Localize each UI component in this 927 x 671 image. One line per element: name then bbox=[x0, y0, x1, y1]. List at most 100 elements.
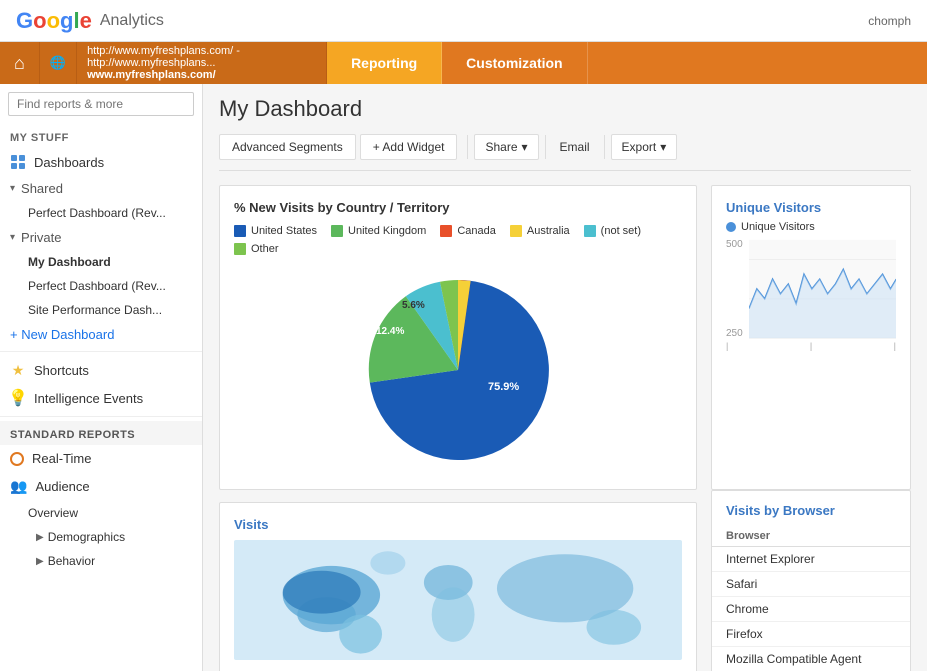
pie-legend: United States United Kingdom Canada Aust… bbox=[234, 225, 682, 255]
sidebar-item-my-dashboard[interactable]: My Dashboard bbox=[0, 250, 202, 274]
navbar: ⌂ 🌐 http://www.myfreshplans.com/ - http:… bbox=[0, 42, 927, 84]
toolbar-sep2 bbox=[545, 135, 546, 159]
shared-group: ▾ Shared Perfect Dashboard (Rev... bbox=[0, 176, 202, 225]
advanced-segments-button[interactable]: Advanced Segments bbox=[219, 134, 356, 160]
unique-visitors-title: Unique Visitors bbox=[726, 200, 896, 215]
pie-label-uk: 12.4% bbox=[376, 326, 404, 337]
widgets-row-1: % New Visits by Country / Territory Unit… bbox=[219, 185, 911, 490]
private-label: Private bbox=[21, 230, 61, 245]
legend-ca: Canada bbox=[440, 225, 496, 237]
audience-icon: 👥 bbox=[10, 478, 27, 495]
share-arrow-icon: ▾ bbox=[522, 140, 528, 154]
africa-blob bbox=[432, 587, 475, 642]
shortcuts-label: Shortcuts bbox=[34, 363, 89, 378]
legend-label-us: United States bbox=[251, 225, 317, 237]
tab-reporting[interactable]: Reporting bbox=[327, 42, 442, 84]
browser-row-mozilla: Mozilla Compatible Agent bbox=[712, 647, 910, 671]
legend-us: United States bbox=[234, 225, 317, 237]
x-axis-labels: | | | bbox=[726, 339, 896, 351]
y-max-label: 500 bbox=[726, 239, 743, 250]
private-header[interactable]: ▾ Private bbox=[0, 225, 202, 250]
legend-label-uk: United Kingdom bbox=[348, 225, 426, 237]
pie-chart-widget: % New Visits by Country / Territory Unit… bbox=[219, 185, 697, 490]
line-chart-svg bbox=[749, 239, 896, 339]
table-row: Chrome bbox=[712, 597, 910, 622]
dashboards-icon bbox=[10, 154, 26, 170]
line-legend: Unique Visitors bbox=[726, 221, 896, 233]
sidebar-item-perfect-dashboard-shared[interactable]: Perfect Dashboard (Rev... bbox=[0, 201, 202, 225]
divider2 bbox=[0, 416, 202, 417]
header: Google Analytics chomph bbox=[0, 0, 927, 42]
legend-dot-ca bbox=[440, 225, 452, 237]
legend-label-notset: (not set) bbox=[601, 225, 641, 237]
sidebar: MY STUFF Dashboards ▾ Shared Perfect Das… bbox=[0, 84, 203, 671]
visits-title: Visits bbox=[234, 517, 682, 532]
legend-dot-us bbox=[234, 225, 246, 237]
logo: Google Analytics bbox=[16, 8, 164, 34]
sidebar-item-shortcuts[interactable]: ★ Shortcuts bbox=[0, 356, 202, 384]
analytics-label: Analytics bbox=[100, 12, 164, 30]
divider bbox=[0, 351, 202, 352]
greenland-blob bbox=[370, 551, 405, 574]
table-row: Internet Explorer bbox=[712, 547, 910, 572]
tab-customization[interactable]: Customization bbox=[442, 42, 587, 84]
chevron-down-icon: ▾ bbox=[10, 183, 15, 194]
demographics-label: Demographics bbox=[48, 530, 125, 544]
sidebar-item-perfect-dashboard[interactable]: Perfect Dashboard (Rev... bbox=[0, 274, 202, 298]
intelligence-label: Intelligence Events bbox=[34, 391, 143, 406]
pie-chart-container: 75.9% 12.4% 5.6% bbox=[234, 265, 682, 475]
sidebar-item-behavior[interactable]: ▶ Behavior bbox=[0, 549, 202, 573]
sidebar-item-dashboards[interactable]: Dashboards bbox=[0, 148, 202, 176]
legend-label-ca: Canada bbox=[457, 225, 496, 237]
south-america-blob bbox=[339, 615, 382, 654]
audience-label: Audience bbox=[35, 479, 89, 494]
table-row: Mozilla Compatible Agent bbox=[712, 647, 910, 671]
visits-widget: Visits bbox=[219, 502, 697, 671]
world-map-svg bbox=[234, 540, 682, 660]
chevron-right-icon: ▶ bbox=[36, 556, 44, 567]
legend-other: Other bbox=[234, 243, 279, 255]
shared-label: Shared bbox=[21, 181, 63, 196]
line-chart-area: 500 250 bbox=[726, 239, 896, 339]
export-button[interactable]: Export ▾ bbox=[611, 134, 678, 160]
url-selector[interactable]: http://www.myfreshplans.com/ - http://ww… bbox=[77, 42, 327, 84]
share-button[interactable]: Share ▾ bbox=[474, 134, 538, 160]
search-box bbox=[0, 84, 202, 124]
export-arrow-icon: ▾ bbox=[660, 140, 666, 154]
browser-col-header: Browser bbox=[712, 526, 910, 547]
search-input[interactable] bbox=[8, 92, 194, 116]
legend-dot-uk bbox=[331, 225, 343, 237]
realtime-icon bbox=[10, 452, 24, 466]
line-legend-label: Unique Visitors bbox=[741, 221, 815, 233]
sidebar-item-audience[interactable]: 👥 Audience bbox=[0, 472, 202, 501]
behavior-label: Behavior bbox=[48, 554, 95, 568]
url-line1: http://www.myfreshplans.com/ - http://ww… bbox=[87, 45, 316, 69]
sidebar-item-site-performance[interactable]: Site Performance Dash... bbox=[0, 298, 202, 322]
home-button[interactable]: ⌂ bbox=[0, 42, 40, 84]
email-button[interactable]: Email bbox=[552, 135, 598, 159]
shortcuts-icon: ★ bbox=[10, 362, 26, 378]
sidebar-item-intelligence[interactable]: 💡 Intelligence Events bbox=[0, 384, 202, 412]
australia-blob bbox=[587, 610, 642, 645]
dashboards-label: Dashboards bbox=[34, 155, 104, 170]
shared-header[interactable]: ▾ Shared bbox=[0, 176, 202, 201]
sidebar-item-realtime[interactable]: Real-Time bbox=[0, 445, 202, 472]
add-widget-button[interactable]: + Add Widget bbox=[360, 134, 458, 160]
sidebar-item-demographics[interactable]: ▶ Demographics bbox=[0, 525, 202, 549]
browser-row-chrome: Chrome bbox=[712, 597, 910, 622]
main-content: My Dashboard Advanced Segments + Add Wid… bbox=[203, 84, 927, 671]
browser-row-firefox: Firefox bbox=[712, 622, 910, 647]
table-row: Firefox bbox=[712, 622, 910, 647]
legend-dot-notset bbox=[584, 225, 596, 237]
browser-row-safari: Safari bbox=[712, 572, 910, 597]
legend-au: Australia bbox=[510, 225, 570, 237]
pie-chart-svg: 75.9% 12.4% 5.6% bbox=[348, 265, 568, 475]
sidebar-item-overview[interactable]: Overview bbox=[0, 501, 202, 525]
legend-uk: United Kingdom bbox=[331, 225, 426, 237]
legend-dot-au bbox=[510, 225, 522, 237]
toolbar-sep3 bbox=[604, 135, 605, 159]
unique-visitors-widget: Unique Visitors Unique Visitors 500 250 bbox=[711, 185, 911, 490]
new-dashboard-button[interactable]: + New Dashboard bbox=[0, 322, 202, 347]
chevron-right-icon: ▶ bbox=[36, 532, 44, 543]
private-group: ▾ Private My Dashboard Perfect Dashboard… bbox=[0, 225, 202, 322]
